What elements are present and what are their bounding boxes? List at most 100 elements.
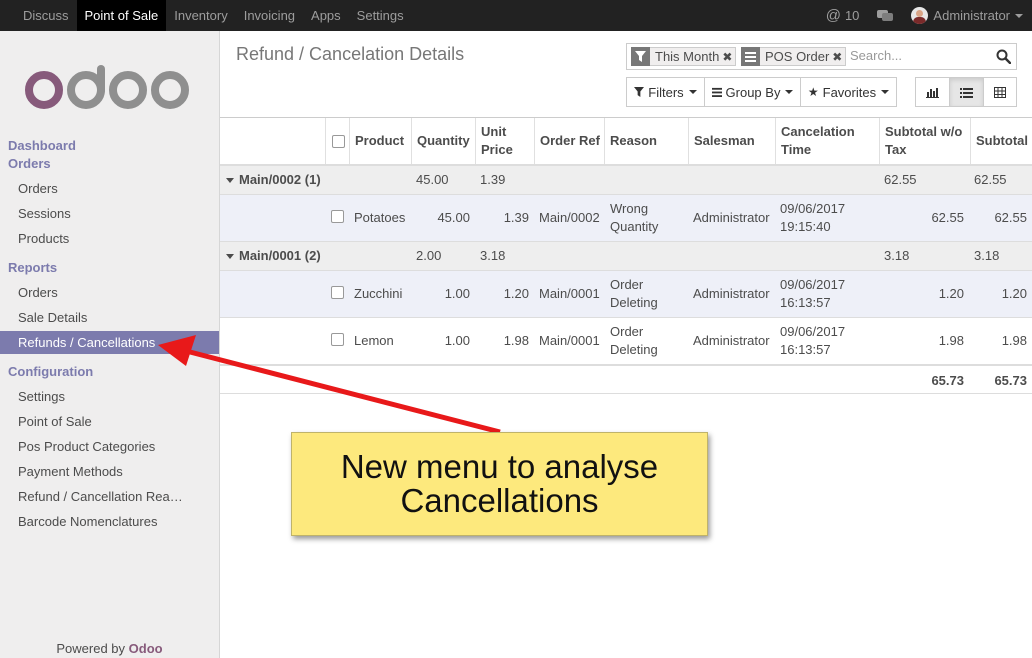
cell-subtotal: 1.98 [1001,333,1027,348]
col-subtotal-wo-tax[interactable]: Subtotal w/o Tax [879,118,970,164]
facet-label: This Month [655,49,720,64]
cell-quantity: 45.00 [437,210,470,225]
group-subtotal-wo: 3.18 [884,248,910,263]
sidebar-item-sale-details[interactable]: Sale Details [0,306,219,329]
group-name: Main/0001 (2) [226,247,321,265]
sidebar-section-dashboard[interactable]: Dashboard [8,138,76,153]
sidebar-item-point-of-sale[interactable]: Point of Sale [0,410,219,433]
sidebar-item-products[interactable]: Products [0,227,219,250]
avatar [911,7,929,24]
sidebar-item-refunds-cancellations[interactable]: Refunds / Cancellations [0,331,219,354]
menu-discuss[interactable]: Discuss [15,0,77,31]
menu-point-of-sale[interactable]: Point of Sale [76,0,167,31]
facet-this-month[interactable]: This Month ✖ [631,47,737,66]
filter-icon [631,47,650,66]
menu-invoicing[interactable]: Invoicing [236,0,303,31]
list-view-button[interactable] [949,77,984,107]
search-box[interactable]: This Month ✖ POS Order ✖ Search... [626,43,1017,70]
table-row[interactable]: Potatoes 45.00 1.39 Main/0002 Wrong Quant… [220,195,1032,242]
table-row[interactable]: Zucchini 1.00 1.20 Main/0001 Order Deleti… [220,271,1032,318]
sidebar-item-sessions[interactable]: Sessions [0,202,219,225]
group-by-icon [741,47,760,66]
cell-salesman: Administrator [693,210,770,225]
favorites-button[interactable]: ★ Favorites [800,77,897,107]
chevron-down-icon [881,90,890,94]
sidebar-item-payment-methods[interactable]: Payment Methods [0,460,219,483]
mentions-count: 10 [844,8,860,23]
select-all-checkbox[interactable] [325,118,349,164]
group-name: Main/0002 (1) [226,171,321,189]
chevron-down-icon [688,90,697,94]
group-subtotal: 3.18 [974,248,1000,263]
top-navbar: Discuss Point of Sale Inventory Invoicin… [0,0,1032,31]
filters-label: Filters [648,84,684,100]
col-cancelation-time-label: Cancelation Time [781,124,855,157]
chevron-down-icon [1015,13,1023,18]
group-label: Main/0001 (2) [239,248,321,263]
sidebar: Dashboard Orders Orders Sessions Product… [0,31,220,658]
at-icon: @ [825,7,841,24]
menu-apps[interactable]: Apps [303,0,349,31]
pivot-view-button[interactable] [983,77,1017,107]
sidebar-item-report-orders[interactable]: Orders [0,281,219,304]
powered-by-prefix: Powered by [56,641,126,656]
col-product[interactable]: Product [349,118,411,164]
sidebar-item-orders[interactable]: Orders [0,177,219,200]
cell-subtotal-wo: 1.98 [938,333,964,348]
menu-settings[interactable]: Settings [349,0,412,31]
table-row[interactable]: Lemon 1.00 1.98 Main/0001 Order Deleting … [220,318,1032,365]
group-qty: 2.00 [416,248,442,263]
sidebar-item-settings[interactable]: Settings [0,385,219,408]
list-icon [960,87,973,98]
row-checkbox[interactable] [331,210,344,228]
list-icon [711,87,722,97]
chevron-down-icon [785,90,794,94]
group-row[interactable]: Main/0001 (2) 2.00 3.18 3.18 3.18 [220,242,1032,271]
col-quantity[interactable]: Quantity [411,118,475,164]
col-subtotal-wo-tax-label: Subtotal w/o Tax [885,124,963,157]
col-order-ref[interactable]: Order Ref [534,118,604,164]
col-cancelation-time[interactable]: Cancelation Time [775,118,879,164]
filters-button[interactable]: Filters [626,77,705,107]
messaging-button[interactable] [868,0,902,31]
menu-inventory[interactable]: Inventory [166,0,235,31]
powered-by-link[interactable]: Odoo [129,641,163,656]
table-header: Product Quantity Unit Price Order Ref Re… [220,117,1032,166]
search-input[interactable]: Search... [850,48,902,63]
sidebar-item-refund-cancellation-reasons[interactable]: Refund / Cancellation Rea… [0,485,219,508]
cell-order-ref: Main/0002 [539,210,600,225]
close-icon[interactable]: ✖ [832,50,845,64]
annotation-line-1: New menu to analyse [340,448,659,485]
row-checkbox[interactable] [331,286,344,304]
close-icon[interactable]: ✖ [722,50,735,64]
sidebar-item-pos-product-categories[interactable]: Pos Product Categories [0,435,219,458]
cell-salesman: Administrator [693,333,770,348]
cell-order-ref: Main/0001 [539,333,600,348]
facet-label: POS Order [765,49,830,64]
cell-reason: Order Deleting [610,324,658,357]
total-subtotal: 65.73 [994,373,1027,388]
facet-pos-order[interactable]: POS Order ✖ [741,47,847,66]
group-by-button[interactable]: Group By [704,77,801,107]
col-unit-price[interactable]: Unit Price [475,118,533,164]
cell-subtotal-wo: 1.20 [938,286,964,301]
graph-view-button[interactable] [915,77,950,107]
sidebar-item-barcode-nomenclatures[interactable]: Barcode Nomenclatures [0,510,219,533]
col-reason[interactable]: Reason [604,118,688,164]
odoo-logo[interactable] [24,65,194,111]
mentions-counter[interactable]: @ 10 [817,0,869,31]
col-salesman[interactable]: Salesman [688,118,775,164]
annotation-callout: New menu to analyse Cancellations [291,432,708,536]
caret-down-icon [226,178,234,184]
user-menu[interactable]: Administrator [902,0,1032,31]
col-subtotal[interactable]: Subtotal [970,118,1032,164]
cell-salesman: Administrator [693,286,770,301]
group-row[interactable]: Main/0002 (1) 45.00 1.39 62.55 62.55 [220,166,1032,195]
powered-by: Powered by Odoo [0,641,219,656]
cell-cancelation-time: 09/06/2017 19:15:40 [780,201,846,234]
group-label: Main/0002 (1) [239,172,321,187]
annotation-line-2: Cancellations [400,482,599,519]
page-title: Refund / Cancelation Details [236,44,465,64]
row-checkbox[interactable] [331,333,344,351]
search-icon[interactable] [996,49,1011,64]
